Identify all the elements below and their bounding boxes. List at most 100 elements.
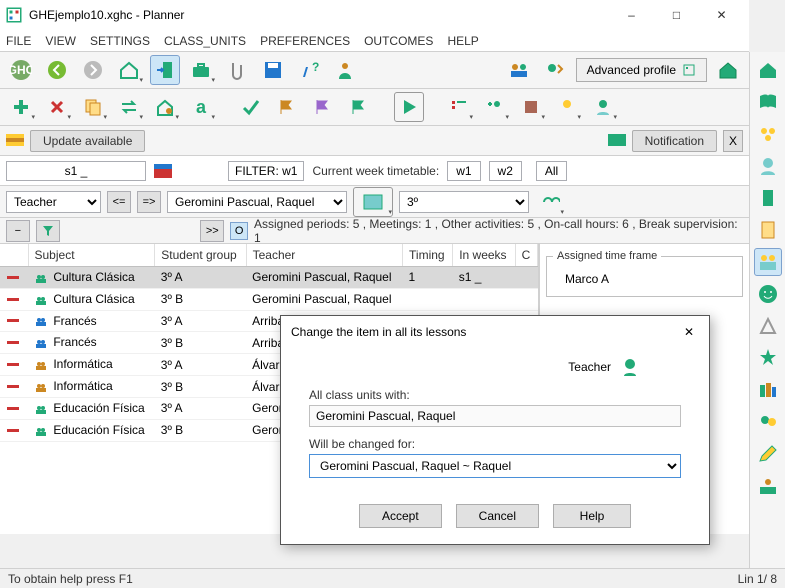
r-two-heads-icon[interactable] [754, 408, 782, 436]
table-row[interactable]: Cultura Clásica 3º AGeromini Pascual, Ra… [0, 267, 538, 289]
menu-file[interactable]: FILE [6, 34, 31, 48]
help-button[interactable]: ? [294, 55, 324, 85]
r-doc-icon[interactable] [754, 216, 782, 244]
change-item-dialog: Change the item in all its lessons ✕ Tea… [280, 315, 710, 545]
home-button[interactable]: ▾ [114, 55, 144, 85]
r-people-icon[interactable] [754, 248, 782, 276]
menu-bar: FILE VIEW SETTINGS CLASS_UNITS PREFERENC… [0, 30, 749, 52]
back-button[interactable] [42, 55, 72, 85]
menu-view[interactable]: VIEW [45, 34, 76, 48]
col-c[interactable]: C [515, 244, 537, 267]
r-balls-icon[interactable] [754, 120, 782, 148]
delete-button[interactable]: ▾ [42, 92, 72, 122]
r-face-icon[interactable] [754, 152, 782, 180]
copy-button[interactable]: ▾ [78, 92, 108, 122]
home2-button[interactable] [713, 55, 743, 85]
filter-label: FILTER: w1 [228, 161, 304, 181]
all-weeks-button[interactable]: All [536, 161, 567, 181]
person-button[interactable] [330, 55, 360, 85]
prev-button[interactable]: <= [107, 191, 131, 213]
window-title: GHEjemplo10.xghc - Planner [29, 8, 609, 22]
week1-button[interactable]: w1 [447, 161, 480, 181]
changed-for-label: Will be changed for: [309, 437, 681, 451]
text-a-button[interactable]: a▾ [186, 92, 216, 122]
menu-preferences[interactable]: PREFERENCES [260, 34, 350, 48]
r-teacher-icon[interactable] [754, 472, 782, 500]
r-door-icon[interactable] [754, 184, 782, 212]
ghc-button[interactable]: GHC [6, 55, 36, 85]
flag-green-button[interactable] [344, 92, 374, 122]
level-select[interactable]: 3º [399, 191, 529, 213]
accept-button[interactable]: Accept [359, 504, 442, 528]
dialog-title: Change the item in all its lessons [291, 325, 466, 339]
r-home-icon[interactable] [754, 56, 782, 84]
clip-button[interactable] [222, 55, 252, 85]
update-available-button[interactable]: Update available [30, 130, 145, 152]
swap-button[interactable]: ▾ [114, 92, 144, 122]
save-button[interactable] [258, 55, 288, 85]
add-green-button[interactable]: ▾ [6, 92, 36, 122]
dialog-help-button[interactable]: Help [553, 504, 631, 528]
status-bar: To obtain help press F1 Lin 1/ 8 [0, 568, 785, 588]
notification-button[interactable]: Notification [632, 130, 717, 152]
r-book-icon[interactable] [754, 88, 782, 116]
status-bar-row: − >> O Assigned periods: 5 , Meetings: 1… [0, 218, 749, 244]
title-bar: GHEjemplo10.xghc - Planner – □ ✕ [0, 0, 749, 30]
col-inweeks[interactable]: In weeks [453, 244, 515, 267]
group-button[interactable] [504, 55, 534, 85]
teal-person-button[interactable]: ▾ [588, 92, 618, 122]
col-teacher[interactable]: Teacher [246, 244, 402, 267]
circle-toggle[interactable]: O [230, 222, 248, 240]
r-books-icon[interactable] [754, 376, 782, 404]
red-list-button[interactable]: ▾ [444, 92, 474, 122]
close-button[interactable]: ✕ [699, 0, 744, 30]
col-subject[interactable]: Subject [28, 244, 155, 267]
link-button[interactable]: ▾ [535, 187, 565, 217]
brown-icon-button[interactable]: ▾ [516, 92, 546, 122]
grid-view-button[interactable]: ▾ [353, 187, 393, 217]
table-row[interactable]: Cultura Clásica 3º BGeromini Pascual, Ra… [0, 288, 538, 310]
new-teacher-select[interactable]: Geromini Pascual, Raquel ~ Raquel [309, 454, 681, 478]
briefcase-button[interactable]: ▾ [186, 55, 216, 85]
r-tri-icon[interactable] [754, 312, 782, 340]
check-button[interactable] [236, 92, 266, 122]
menu-settings[interactable]: SETTINGS [90, 34, 150, 48]
add-person-button[interactable]: ▾ [480, 92, 510, 122]
week2-button[interactable]: w2 [489, 161, 522, 181]
s1-field[interactable]: s1 _ [6, 161, 146, 181]
menu-help[interactable]: HELP [447, 34, 478, 48]
flag-purple-button[interactable] [308, 92, 338, 122]
menu-outcomes[interactable]: OUTCOMES [364, 34, 433, 48]
door-button[interactable] [150, 55, 180, 85]
current-teacher-field: Geromini Pascual, Raquel [309, 405, 681, 427]
forward-button[interactable] [78, 55, 108, 85]
r-star-icon[interactable] [754, 344, 782, 372]
notification-close[interactable]: X [723, 130, 743, 152]
all-units-label: All class units with: [309, 388, 681, 402]
zoom-button[interactable]: >> [200, 220, 224, 242]
menu-class-units[interactable]: CLASS_UNITS [164, 34, 246, 48]
col-group[interactable]: Student group [155, 244, 246, 267]
time-frame-value: Marco A [553, 268, 736, 290]
teacher-select[interactable]: Geromini Pascual, Raquel [167, 191, 347, 213]
dialog-close-button[interactable]: ✕ [679, 322, 699, 342]
house-gear-button[interactable]: ▾ [150, 92, 180, 122]
category-select[interactable]: Teacher [6, 191, 101, 213]
advanced-profile-button[interactable]: Advanced profile [576, 58, 707, 82]
minimize-button[interactable]: – [609, 0, 654, 30]
r-pencil-icon[interactable] [754, 440, 782, 468]
filter-toggle[interactable] [36, 220, 60, 242]
status-help: To obtain help press F1 [8, 572, 133, 586]
play-button[interactable] [394, 92, 424, 122]
assigned-summary: Assigned periods: 5 , Meetings: 1 , Othe… [254, 217, 743, 245]
yellow-person-button[interactable]: ▾ [552, 92, 582, 122]
flag-orange-button[interactable] [272, 92, 302, 122]
next-button[interactable]: => [137, 191, 161, 213]
r-smile-icon[interactable] [754, 280, 782, 308]
collapse-button[interactable]: − [6, 220, 30, 242]
maximize-button[interactable]: □ [654, 0, 699, 30]
substitute-button[interactable] [540, 55, 570, 85]
edit-toolbar: ▾ ▾ ▾ ▾ ▾ a▾ ▾ ▾ ▾ ▾ ▾ [0, 89, 749, 126]
col-timing[interactable]: Timing [403, 244, 453, 267]
cancel-button[interactable]: Cancel [456, 504, 539, 528]
